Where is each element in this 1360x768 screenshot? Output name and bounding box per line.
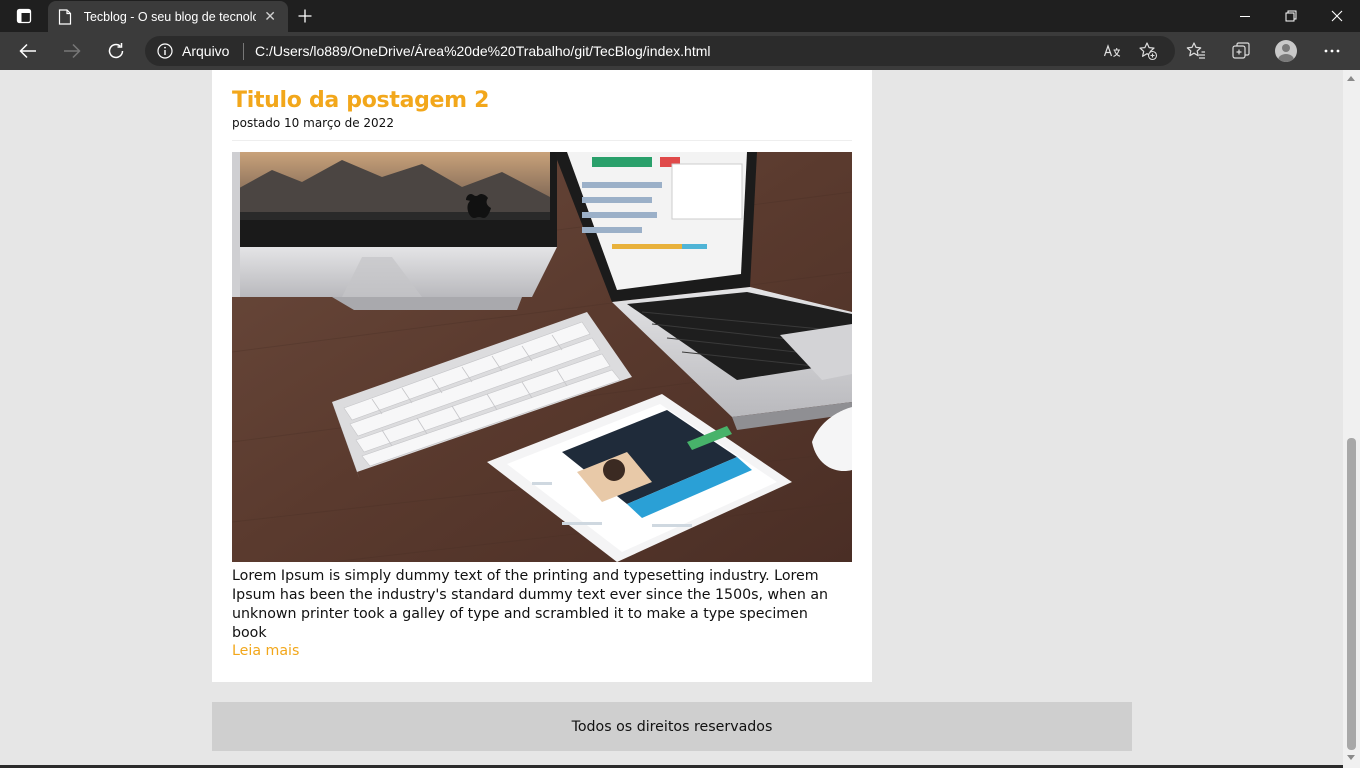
close-window-button[interactable] (1314, 0, 1360, 32)
post-excerpt: Lorem Ipsum is simply dummy text of the … (232, 568, 829, 641)
read-more-link[interactable]: Leia mais (232, 643, 299, 659)
read-aloud-icon[interactable] (1101, 41, 1123, 61)
tab-title: Tecblog - O seu blog de tecnologia (83, 9, 257, 24)
favorites-icon (1186, 42, 1205, 59)
address-separator (243, 43, 244, 60)
profile-avatar[interactable] (1275, 40, 1297, 62)
tab-strip: Tecblog - O seu blog de tecnologia ✕ (0, 0, 1360, 32)
plus-icon (298, 9, 312, 23)
forward-button[interactable] (56, 35, 88, 67)
page-footer: Todos os direitos reservados (212, 702, 1132, 751)
footer-text: Todos os direitos reservados (571, 718, 773, 735)
favorites-button[interactable] (1184, 39, 1208, 63)
tab-actions-button[interactable] (8, 4, 40, 28)
post-divider (232, 140, 852, 141)
close-icon (1331, 10, 1343, 22)
scroll-down-icon[interactable] (1347, 755, 1355, 760)
restore-icon (1285, 10, 1297, 22)
refresh-button[interactable] (100, 35, 132, 67)
back-button[interactable] (12, 35, 44, 67)
vertical-scrollbar[interactable] (1343, 70, 1360, 768)
collections-icon (1232, 42, 1250, 59)
settings-more-button[interactable] (1320, 39, 1344, 63)
back-arrow-icon (19, 43, 36, 59)
post-image (232, 152, 852, 562)
active-tab[interactable]: Tecblog - O seu blog de tecnologia ✕ (48, 1, 288, 32)
post-card: Titulo da postagem 2 postado 10 março de… (212, 70, 872, 682)
site-info-label[interactable]: Arquivo (182, 43, 229, 59)
address-bar[interactable]: Arquivo C:/Users/lo889/OneDrive/Área%20d… (145, 36, 1175, 66)
page-viewport: Titulo da postagem 2 postado 10 março de… (0, 70, 1343, 768)
scroll-up-icon[interactable] (1347, 76, 1355, 81)
post-date: postado 10 março de 2022 (232, 116, 394, 130)
info-icon[interactable] (157, 43, 173, 59)
minimize-icon (1240, 16, 1250, 17)
tab-actions-icon (16, 8, 32, 24)
more-dots-icon (1324, 49, 1340, 53)
minimize-button[interactable] (1222, 0, 1268, 32)
forward-arrow-icon (64, 43, 81, 59)
tab-close-icon[interactable]: ✕ (262, 9, 278, 25)
add-favorite-icon[interactable] (1137, 41, 1159, 61)
new-tab-button[interactable] (294, 4, 316, 28)
browser-toolbar: Arquivo C:/Users/lo889/OneDrive/Área%20d… (0, 32, 1360, 70)
imac (232, 152, 557, 310)
refresh-icon (108, 43, 124, 59)
collections-button[interactable] (1229, 39, 1253, 63)
post-title[interactable]: Titulo da postagem 2 (232, 88, 489, 113)
restore-button[interactable] (1268, 0, 1314, 32)
page-icon (58, 8, 74, 25)
url-text[interactable]: C:/Users/lo889/OneDrive/Área%20de%20Trab… (255, 43, 711, 59)
scroll-thumb[interactable] (1347, 438, 1356, 750)
